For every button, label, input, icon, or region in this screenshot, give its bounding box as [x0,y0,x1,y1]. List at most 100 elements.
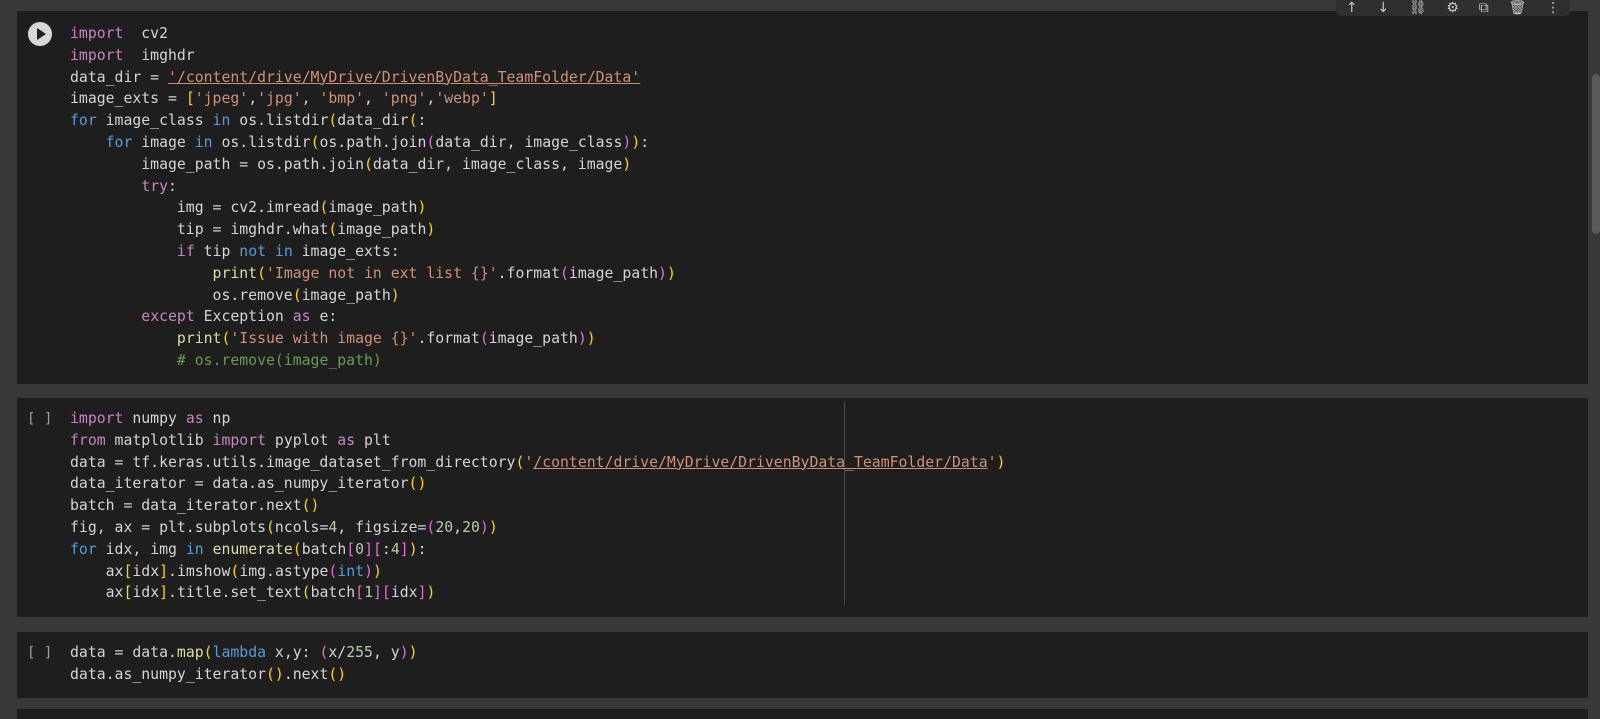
code-token: batch [301,540,347,558]
code-token: , [453,518,463,536]
code-editor[interactable]: data = data.map(lambda x,y: (x/255, y)) d… [70,642,418,686]
code-token: () [328,665,347,683]
delete-icon[interactable]: 🗑 [1509,1,1527,15]
code-token: in [194,133,213,151]
code-token: ) [622,133,632,151]
code-token: e: [310,308,338,326]
code-editor[interactable]: import cv2 import imghdr data_dir = '/cont… [70,23,676,372]
code-cell-2[interactable]: [ ] import numpy as np from matplotlib im… [17,398,1588,617]
code-token: tip [194,242,240,260]
code-editor[interactable]: import numpy as np from matplotlib import… [70,408,1005,604]
code-cell-3[interactable]: [ ] data = data.map(lambda x,y: (x/255, … [17,632,1588,698]
code-token: ] [488,90,498,108]
code-token: ) [399,644,409,661]
code-token: data = tf.keras.utils.image_dataset_from… [70,453,516,471]
code-token: ' [524,453,534,471]
code-line: os.remove(image_path) [70,285,676,307]
code-line: for image_class in os.listdir(data_dir(: [70,110,676,132]
more-options-icon[interactable]: ⋮ [1546,1,1560,15]
scrollbar[interactable] [1592,74,1600,234]
code-line: data = tf.keras.utils.image_dataset_from… [70,452,1005,474]
code-token: ) [622,155,632,173]
code-token: [ [355,584,365,602]
code-token: try [141,177,169,195]
code-cell-1[interactable]: import cv2 import imghdr data_dir = '/cont… [17,11,1588,384]
code-line: ax[idx].imshow(img.astype(int)) [70,561,1005,583]
code-token: os.remove [70,286,293,304]
code-token: as [337,431,356,449]
code-token: [ [185,90,195,108]
code-line: ax[idx].title.set_text(batch[1][idx]) [70,582,1005,604]
cell-toolbar: ↑ ↓ ⛓ ⚙ ⧉ 🗑 ⋮ [1336,0,1570,16]
code-token: x,y: [266,644,320,661]
code-token: 20 [435,518,454,536]
code-token: 0 [355,540,365,558]
code-token: ( [363,155,373,173]
code-token: as [185,410,204,427]
mirror-cell-icon[interactable]: ⧉ [1479,1,1489,15]
code-token: imghdr [123,46,195,64]
code-token: data_dir, image_class [435,133,623,151]
code-token: for [70,540,97,558]
code-line: # os.remove(image_path) [70,350,676,372]
move-up-icon[interactable]: ↑ [1346,1,1358,15]
code-token: : [417,540,427,558]
code-token: ] [159,562,169,580]
code-line: print('Issue with image {}'.format(image… [70,328,676,350]
code-token: idx, img [96,540,186,558]
code-token: 4 [328,518,338,536]
code-line: from matplotlib import pyplot as plt [70,430,1005,452]
settings-icon[interactable]: ⚙ [1446,1,1459,15]
execution-count[interactable]: [ ] [27,642,52,664]
code-token: lambda [212,644,267,661]
code-token: x/ [328,644,347,661]
code-token: : [640,133,650,151]
code-token: .imshow [168,562,231,580]
code-token: except [141,308,195,326]
code-token: 4 [390,540,400,558]
code-token: image_path [301,286,391,304]
code-token: image_path [568,264,659,282]
code-line: data = data.map(lambda x,y: (x/255, y)) [70,642,418,664]
code-token: ) [417,199,427,217]
code-cell-4-partial[interactable] [17,709,1588,719]
code-token: /content/drive/MyDrive/DrivenByData_Team… [533,453,988,471]
code-token: () [266,665,284,683]
code-token: idx [132,562,160,580]
code-token: import [70,25,124,42]
code-token: ) [479,518,489,536]
code-token: 255 [346,644,373,661]
execution-count[interactable]: [ ] [27,408,52,430]
code-token: ) [996,453,1006,471]
code-line: image_exts = ['jpeg','jpg', 'bmp', 'png'… [70,88,676,110]
code-token: os.listdir [212,133,311,151]
code-token: [ [373,540,382,558]
move-down-icon[interactable]: ↓ [1377,1,1389,15]
code-token: data_dir = [70,68,168,86]
code-line: fig, ax = plt.subplots(ncols=4, figsize=… [70,517,1005,539]
code-line: data_iterator = data.as_numpy_iterator() [70,473,1005,495]
code-line: try: [70,176,676,198]
code-token: ( [328,221,338,239]
code-token: 'bmp' [319,90,365,108]
code-token: ) [408,644,418,661]
code-token: , [364,90,382,108]
code-token: ) [631,133,641,151]
run-cell-button[interactable] [28,22,52,46]
code-token: Exception [194,308,293,326]
code-token: pyplot [266,431,338,449]
code-token: ) [426,584,436,602]
code-token: matplotlib [105,431,213,449]
code-token: ' [987,453,997,471]
code-token: ) [586,330,596,348]
code-line: tip = imghdr.what(image_path) [70,219,676,241]
code-token: os.path.join [319,133,427,151]
code-token: data = data. [70,644,177,661]
code-token: ncols= [274,518,329,536]
link-icon[interactable]: ⛓ [1409,1,1427,15]
code-token: plt [355,431,391,449]
code-token: os.listdir [230,112,329,130]
